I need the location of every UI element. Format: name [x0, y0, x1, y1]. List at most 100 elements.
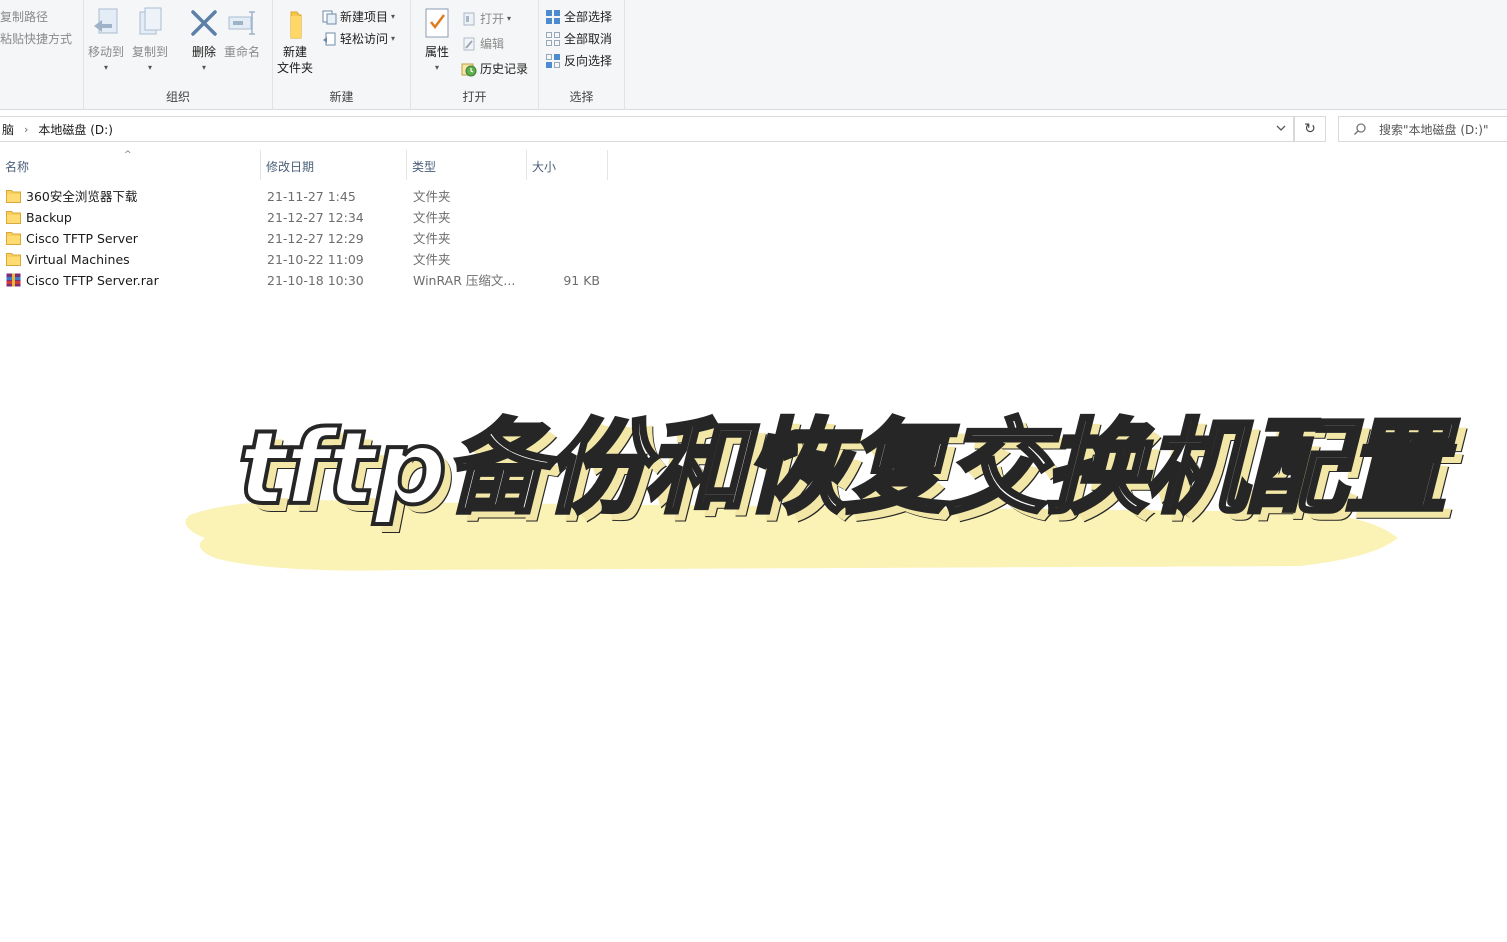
file-row[interactable]: Virtual Machines 21-10-22 11:09 文件夹	[0, 249, 620, 270]
address-bar[interactable]: 脑 › 本地磁盘 (D:)	[0, 116, 1294, 142]
rename-icon	[226, 6, 258, 40]
copy-to-icon	[134, 6, 166, 40]
column-header-size[interactable]: 大小	[527, 150, 608, 180]
properties-check-icon	[421, 6, 453, 40]
open-label: 打开	[480, 12, 505, 26]
clipboard-group: 复制路径 粘贴快捷方式	[0, 0, 84, 110]
new-item-label: 新建项目	[340, 10, 389, 24]
open-group-label: 打开	[462, 90, 487, 104]
column-header-type[interactable]: 类型	[407, 150, 527, 180]
open-group: 属性 ▾ 打开 ▾ 编辑 历史记录 打开	[411, 0, 539, 110]
move-to-icon	[90, 6, 122, 40]
search-icon	[1353, 122, 1367, 136]
select-all-icon	[545, 9, 561, 25]
properties-button[interactable]: 属性 ▾	[421, 6, 453, 76]
file-name: Virtual Machines	[26, 252, 130, 267]
column-headers: 名称 修改日期 类型 大小	[0, 150, 620, 180]
history-button[interactable]: 历史记录	[461, 60, 528, 77]
search-placeholder: 搜索"本地磁盘 (D:)"	[1379, 122, 1489, 137]
select-all-label: 全部选择	[564, 10, 613, 24]
file-type: 文件夹	[413, 252, 451, 267]
column-header-date[interactable]: 修改日期	[261, 150, 407, 180]
file-name: Backup	[26, 210, 72, 225]
breadcrumb-chevron-icon[interactable]: ›	[24, 123, 28, 136]
copy-to-button[interactable]: 复制到 ▾	[132, 6, 168, 76]
rename-button[interactable]: 重命名	[224, 6, 260, 60]
invert-selection-button[interactable]: 反向选择	[545, 52, 612, 69]
history-label: 历史记录	[480, 62, 529, 76]
folder-icon	[6, 210, 21, 224]
new-folder-icon	[279, 6, 311, 40]
invert-selection-icon	[545, 53, 561, 69]
new-folder-button[interactable]: 新建 文件夹	[277, 6, 313, 76]
file-size	[520, 207, 600, 228]
properties-label: 属性	[424, 45, 449, 59]
history-clock-icon	[461, 61, 477, 77]
copy-to-label: 复制到	[132, 45, 169, 59]
paste-shortcut-button[interactable]: 粘贴快捷方式	[0, 30, 72, 47]
organize-group-label: 组织	[165, 90, 190, 104]
file-type: 文件夹	[413, 210, 451, 225]
new-item-icon	[321, 9, 337, 25]
column-header-date-label: 修改日期	[266, 160, 315, 174]
copy-path-button[interactable]: 复制路径	[0, 8, 48, 25]
search-input[interactable]: 搜索"本地磁盘 (D:)"	[1338, 116, 1507, 142]
select-group: 全部选择 全部取消 反向选择 选择	[539, 0, 625, 110]
easy-access-label: 轻松访问	[340, 32, 389, 46]
new-group: 新建 文件夹 新建项目 ▾ 轻松访问 ▾ 新建	[273, 0, 411, 110]
column-header-name-label: 名称	[5, 160, 30, 174]
refresh-icon: ↻	[1304, 121, 1316, 137]
breadcrumb-local-disk[interactable]: 本地磁盘 (D:)	[38, 121, 112, 138]
select-none-label: 全部取消	[564, 32, 613, 46]
invert-selection-label: 反向选择	[564, 54, 613, 68]
organize-group: 移动到 ▾ 复制到 ▾ 删除 ▾ 重命名 组织	[84, 0, 273, 110]
new-item-button[interactable]: 新建项目 ▾	[321, 8, 395, 25]
edit-label: 编辑	[480, 37, 505, 51]
folder-icon	[6, 252, 21, 266]
file-size	[520, 249, 600, 270]
open-button[interactable]: 打开 ▾	[461, 10, 511, 27]
file-type: 文件夹	[413, 189, 451, 204]
file-size	[520, 228, 600, 249]
delete-x-icon	[188, 6, 220, 40]
file-type: 文件夹	[413, 231, 451, 246]
file-name: 360安全浏览器下载	[26, 189, 138, 204]
rename-label: 重命名	[224, 45, 261, 59]
file-size	[520, 186, 600, 207]
column-header-type-label: 类型	[412, 160, 437, 174]
winrar-archive-icon	[6, 273, 21, 287]
file-size: 91 KB	[563, 273, 600, 288]
delete-button[interactable]: 删除 ▾	[188, 6, 220, 76]
folder-icon	[6, 231, 21, 245]
overlay-title: tftp备份和恢复交换机配置	[236, 407, 1449, 530]
refresh-button[interactable]: ↻	[1294, 116, 1326, 142]
file-row[interactable]: Backup 21-12-27 12:34 文件夹	[0, 207, 620, 228]
easy-access-icon	[321, 31, 337, 47]
ribbon: 复制路径 粘贴快捷方式 移动到 ▾ 复制到 ▾ 删除 ▾ 重命名 组织 新建 文…	[0, 0, 1507, 110]
column-header-name[interactable]: 名称	[0, 150, 261, 180]
easy-access-button[interactable]: 轻松访问 ▾	[321, 30, 395, 47]
edit-pencil-icon	[461, 36, 477, 52]
file-row[interactable]: Cisco TFTP Server 21-12-27 12:29 文件夹	[0, 228, 620, 249]
column-header-size-label: 大小	[532, 160, 557, 174]
file-date: 21-10-22 11:09	[267, 252, 364, 267]
select-none-button[interactable]: 全部取消	[545, 30, 612, 47]
select-none-icon	[545, 31, 561, 47]
file-row[interactable]: 360安全浏览器下载 21-11-27 1:45 文件夹	[0, 186, 620, 207]
address-dropdown-chevron-icon[interactable]	[1275, 122, 1287, 134]
paste-shortcut-label: 粘贴快捷方式	[0, 32, 73, 46]
address-row: 脑 › 本地磁盘 (D:) ↻ 搜索"本地磁盘 (D:)"	[0, 110, 1507, 148]
select-group-label: 选择	[569, 90, 594, 104]
move-to-button[interactable]: 移动到 ▾	[88, 6, 124, 76]
edit-button[interactable]: 编辑	[461, 35, 504, 52]
file-name: Cisco TFTP Server.rar	[26, 273, 159, 288]
file-type: WinRAR 压缩文...	[413, 273, 516, 288]
copy-path-label: 复制路径	[0, 10, 49, 24]
file-name: Cisco TFTP Server	[26, 231, 138, 246]
delete-label: 删除	[191, 45, 216, 59]
select-all-button[interactable]: 全部选择	[545, 8, 612, 25]
file-row[interactable]: Cisco TFTP Server.rar 21-10-18 10:30 Win…	[0, 270, 620, 291]
file-date: 21-11-27 1:45	[267, 189, 356, 204]
breadcrumb-this-pc[interactable]: 脑	[2, 121, 14, 138]
move-to-label: 移动到	[88, 45, 125, 59]
